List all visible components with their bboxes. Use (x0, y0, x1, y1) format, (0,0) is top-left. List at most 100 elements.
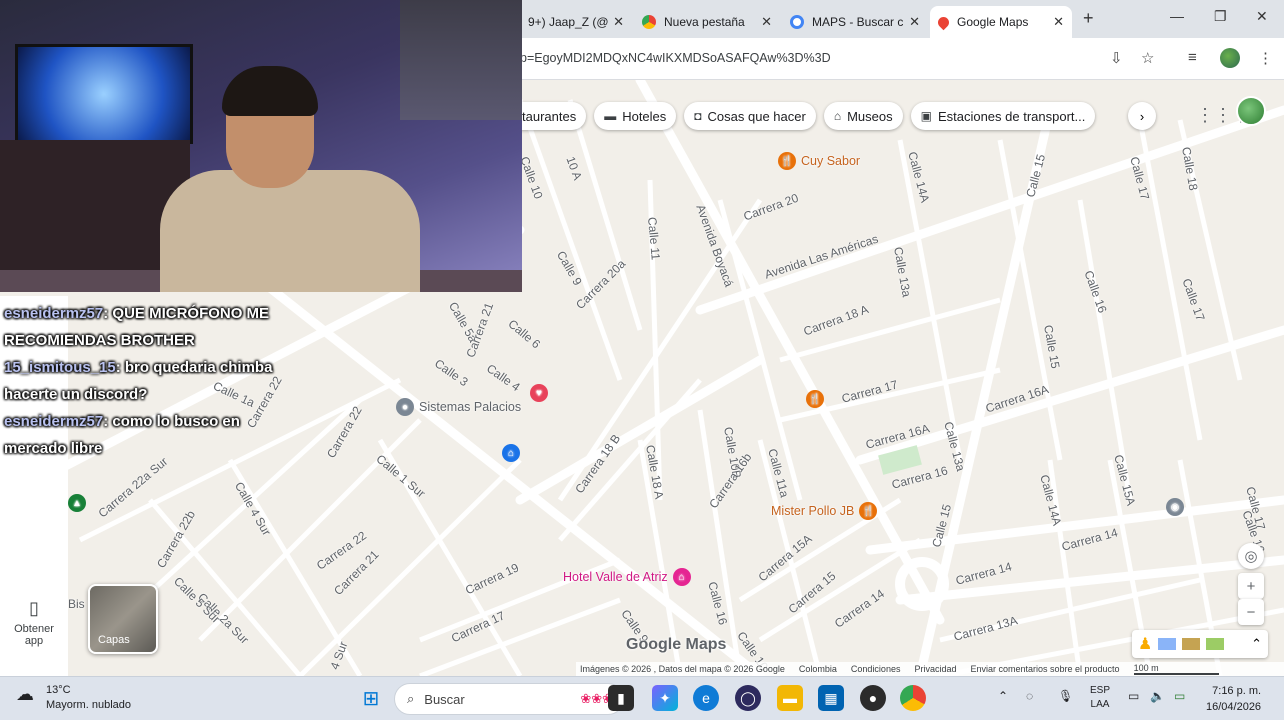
street-label: Bis (68, 597, 85, 611)
hotel-icon: ⌂ (672, 568, 691, 586)
tab-label: 9+) Jaap_Z (@ (528, 15, 609, 29)
poi-heart-marker[interactable]: ♥ (530, 384, 553, 402)
bus-icon: ◉ (1166, 498, 1184, 516)
chip-hoteles[interactable]: ▬ Hoteles (594, 102, 677, 130)
country-link[interactable]: Colombia (799, 664, 837, 674)
store-icon[interactable]: ▦ (818, 685, 844, 711)
zoom-out-button[interactable]: − (1238, 599, 1264, 625)
streamer-body (160, 170, 420, 292)
chip-label: taurantes (522, 108, 577, 124)
close-tab-icon[interactable]: ✕ (613, 14, 624, 30)
new-tab-button[interactable]: + (1083, 8, 1094, 29)
media-control-icon[interactable]: ≡ (1188, 49, 1197, 66)
minimize-icon[interactable]: — (1170, 8, 1184, 24)
minus-icon: − (1246, 603, 1256, 621)
get-app-label: Obtener app (14, 623, 54, 647)
windows-start-icon[interactable]: ⊞ (358, 685, 384, 711)
battery-icon[interactable]: ▭ (1174, 689, 1185, 703)
feedback-link[interactable]: Enviar comentarios sobre el producto (970, 664, 1119, 674)
chip-estaciones[interactable]: ▣ Estaciones de transport... (910, 102, 1096, 130)
restaurant-icon: 🍴 (859, 502, 878, 520)
layers-button[interactable]: Capas (88, 584, 158, 654)
chevron-right-icon: › (1139, 108, 1145, 124)
microphone-icon[interactable]: 🎙 (1058, 689, 1073, 703)
chip-cosas-que-hacer[interactable]: ◘ Cosas que hacer (684, 102, 816, 130)
keyboard-layout: LAA (1090, 699, 1110, 710)
category-chips: taurantes ▬ Hoteles ◘ Cosas que hacer ⌂ Mus… (520, 102, 1096, 130)
bookmark-star-icon[interactable]: ☆ (1141, 49, 1154, 67)
maximize-icon[interactable]: ❐ (1214, 8, 1227, 25)
cortana-icon[interactable]: ◯ (735, 685, 761, 711)
restaurant-icon: 🍴 (778, 152, 796, 170)
privacy-link[interactable]: Privacidad (914, 664, 956, 674)
tab-new-tab[interactable]: Nueva pestaña ✕ (634, 6, 780, 38)
terms-link[interactable]: Condiciones (851, 664, 901, 674)
system-clock[interactable]: 7:16 p. m. 16/04/2026 (1206, 683, 1261, 715)
language-code: ESP (1090, 685, 1111, 696)
poi-hotel-valle-de-atriz[interactable]: ⌂ Hotel Valle de Atriz (563, 568, 691, 586)
poi-label: Sistemas Palacios (419, 400, 522, 414)
copilot-icon[interactable]: ✦ (652, 685, 678, 711)
chips-next-button[interactable]: › (1128, 102, 1156, 130)
windows-taskbar: ☁ 13°C Mayorm. nublado ⊞ ⌕ Buscar ❀❀❀ ▮ … (0, 676, 1284, 720)
chip-restaurantes[interactable]: taurantes (520, 102, 587, 130)
camera-icon: ◘ (694, 109, 702, 123)
chat-username: 15_ismitous_15 (4, 359, 116, 376)
account-avatar[interactable] (1236, 96, 1266, 126)
chat-message: 15_ismitous_15: bro quedaria chimba hace… (4, 354, 304, 408)
shop-icon: ● (396, 398, 414, 416)
clock-time: 7:16 p. m. (1212, 685, 1262, 697)
close-tab-icon[interactable]: ✕ (909, 14, 920, 30)
imagery-thumb-icon (1158, 638, 1177, 650)
imagery-thumb-icon (1182, 638, 1201, 650)
chrome-taskbar-icon[interactable] (900, 685, 926, 711)
profile-avatar-icon[interactable] (1220, 48, 1240, 68)
weather-widget[interactable]: ☁ 13°C Mayorm. nublado (16, 683, 131, 713)
window-close-icon[interactable]: ✕ (1256, 8, 1268, 25)
get-app-button[interactable]: ▯ Obtener app (6, 598, 62, 647)
poi-transit-marker[interactable]: ◉ (1166, 498, 1189, 516)
volume-icon[interactable]: 🔈 (1150, 689, 1165, 703)
tab-google-maps[interactable]: Google Maps ✕ (930, 6, 1072, 38)
hotel-icon: ▬ (604, 109, 617, 123)
poi-restaurant-marker[interactable]: 🍴 (806, 390, 829, 408)
close-tab-icon[interactable]: ✕ (1053, 14, 1064, 30)
google-icon (790, 15, 804, 29)
file-explorer-icon[interactable]: ▬ (777, 685, 803, 711)
poi-mister-pollo[interactable]: 🍴 Mister Pollo JB (771, 502, 878, 520)
show-hidden-icons-icon[interactable]: ⌃ (998, 689, 1008, 703)
maps-pin-icon (935, 14, 952, 30)
poi-home-marker[interactable]: ⌂ (502, 444, 525, 462)
imagery-thumb-icon (1206, 638, 1225, 650)
poi-cuy-sabor[interactable]: 🍴 Cuy Sabor (778, 152, 860, 170)
obs-icon[interactable]: ● (860, 685, 886, 711)
browser-menu-icon[interactable]: ⋮ (1258, 49, 1273, 67)
tab-maps-search[interactable]: MAPS - Buscar c ✕ (782, 6, 928, 38)
poi-park-marker[interactable]: ▲ (68, 494, 91, 512)
display-icon[interactable]: ▭ (1128, 689, 1139, 703)
url-field[interactable]: p=EgoyMDI2MDQxNC4wIKXMDSoASAFQAw%3D%3D (520, 51, 831, 65)
restaurant-icon: 🍴 (806, 390, 824, 408)
network-icon[interactable]: ◌ (1026, 689, 1033, 703)
google-maps-logo: Google Maps (626, 636, 727, 653)
street-view-controls[interactable]: ♟ ⌃ (1132, 630, 1268, 658)
tv-screen (15, 44, 193, 144)
zoom-in-button[interactable]: + (1238, 573, 1264, 599)
webcam-overlay (0, 0, 522, 292)
task-view-icon[interactable]: ▮ (608, 685, 634, 711)
tab-label: MAPS - Buscar c (812, 15, 904, 29)
scale-bar[interactable]: 100 m (1133, 663, 1219, 675)
chip-label: Museos (847, 108, 893, 124)
search-icon: ⌕ (407, 691, 415, 706)
poi-sistemas-palacios[interactable]: ● Sistemas Palacios (396, 398, 521, 416)
install-app-icon[interactable]: ⇩ (1110, 49, 1123, 67)
edge-icon[interactable]: e (693, 685, 719, 711)
my-location-button[interactable]: ◎ (1238, 543, 1264, 569)
chip-museos[interactable]: ⌂ Museos (823, 102, 903, 130)
close-tab-icon[interactable]: ✕ (761, 14, 772, 30)
language-indicator[interactable]: ESP LAA (1090, 684, 1110, 712)
tab-jaap[interactable]: 9+) Jaap_Z (@ ✕ (520, 6, 632, 38)
park-icon: ▲ (68, 494, 86, 512)
expand-icon: ⌃ (1251, 636, 1262, 651)
taskbar-search[interactable]: ⌕ Buscar ❀❀❀ (394, 683, 624, 715)
